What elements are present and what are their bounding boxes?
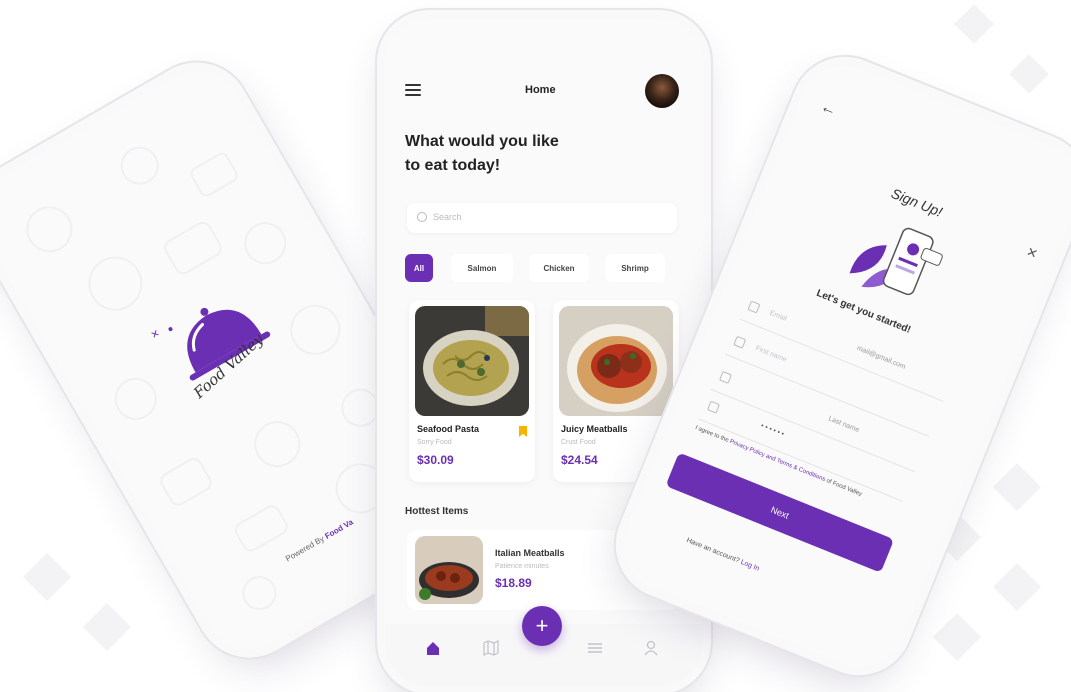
signup-title: Sign Up!: [888, 184, 945, 220]
user-icon: [733, 335, 747, 349]
hamburger-menu-icon[interactable]: [405, 84, 421, 96]
lock-icon: [707, 400, 721, 414]
item-subtitle: Patience minutes: [495, 563, 549, 570]
card-title: Juicy Meatballs: [561, 424, 628, 434]
avatar[interactable]: [645, 74, 679, 108]
close-icon[interactable]: ✕: [1024, 244, 1040, 263]
chip-all[interactable]: All: [405, 254, 433, 282]
list-icon[interactable]: [587, 640, 603, 656]
item-title: Italian Meatballs: [495, 548, 565, 558]
bookmark-icon[interactable]: [519, 426, 527, 437]
section-title: Hottest Items: [405, 506, 469, 517]
login-prompt: Have an account? Log In: [685, 537, 761, 573]
home-icon[interactable]: [425, 640, 441, 656]
italian-meatballs-image: [415, 536, 483, 604]
back-arrow-icon[interactable]: ←: [818, 98, 839, 121]
search-input[interactable]: Search: [407, 203, 677, 233]
user-icon: [718, 370, 733, 384]
card-price: $24.54: [561, 453, 598, 467]
card-subtitle: Sorry Food: [417, 439, 452, 446]
profile-icon[interactable]: [643, 640, 659, 656]
search-placeholder: Search: [433, 212, 462, 222]
add-button[interactable]: +: [522, 606, 562, 646]
headline: What would you like to eat today!: [405, 133, 559, 174]
category-chips: All Salmon Chicken Shrimp: [405, 254, 685, 282]
chip-chicken[interactable]: Chicken: [529, 254, 589, 282]
login-link[interactable]: Log In: [740, 559, 761, 573]
juicy-meatballs-image: [559, 306, 673, 416]
page-title: Home: [525, 84, 556, 96]
seafood-pasta-image: [415, 306, 529, 416]
card-price: $30.09: [417, 453, 454, 467]
mail-icon: [747, 300, 761, 314]
search-icon: [417, 212, 427, 222]
item-price: $18.89: [495, 576, 532, 590]
chip-salmon[interactable]: Salmon: [451, 254, 513, 282]
map-icon[interactable]: [483, 640, 499, 656]
top-bar: Home: [405, 74, 683, 108]
card-title: Seafood Pasta: [417, 424, 480, 434]
food-card[interactable]: Seafood Pasta Sorry Food $30.09: [409, 300, 535, 482]
chip-shrimp[interactable]: Shrimp: [605, 254, 665, 282]
card-subtitle: Crust Food: [561, 439, 596, 446]
